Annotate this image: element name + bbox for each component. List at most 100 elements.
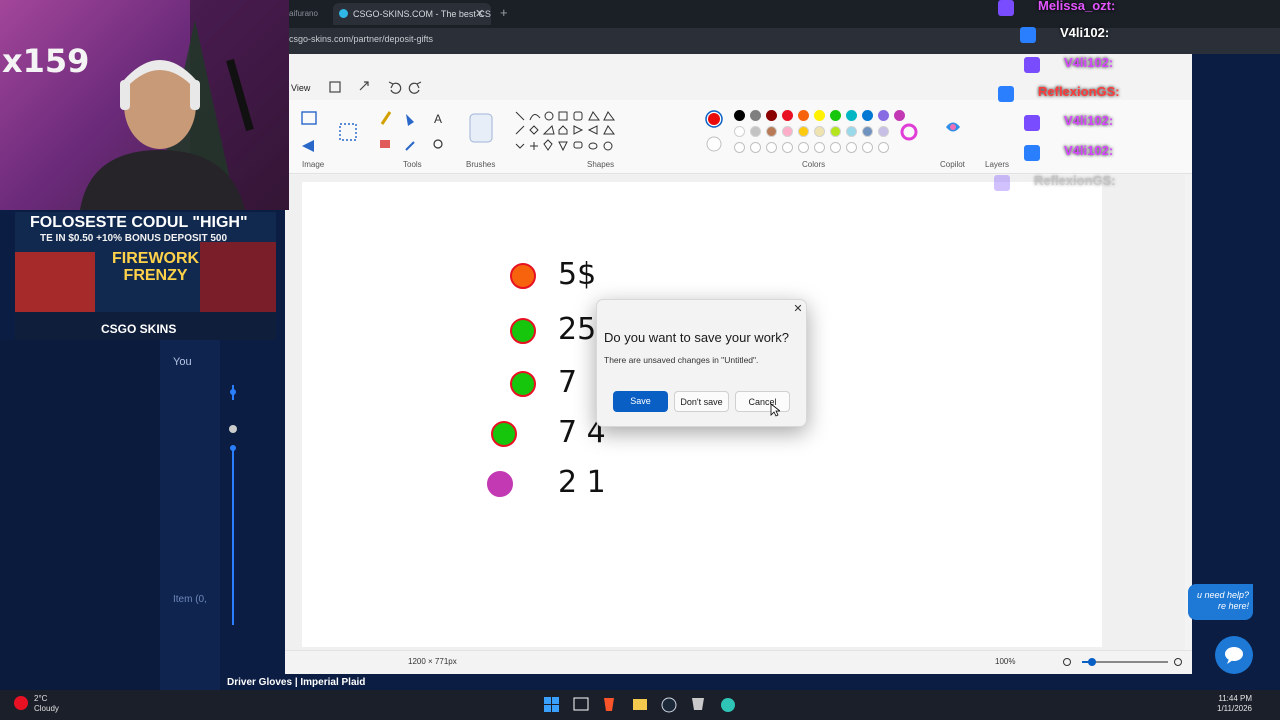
drawn-circle — [510, 318, 536, 344]
menu-view[interactable]: View — [291, 83, 310, 93]
chat-username: ReflexionGS: — [1038, 84, 1120, 99]
drawn-value: 2 1 — [558, 465, 606, 500]
chat-username: V4li102: — [1064, 113, 1114, 128]
tab-previous[interactable]: aifurano — [285, 4, 327, 24]
palette-swatch[interactable] — [862, 126, 873, 137]
palette-swatch[interactable] — [750, 126, 761, 137]
secondary-color-icon — [706, 136, 722, 152]
site-item-label: Item (0, — [173, 594, 207, 605]
palette-empty-slot[interactable] — [830, 142, 841, 153]
tab-close-icon[interactable]: ✕ — [475, 7, 484, 20]
save-icon — [329, 81, 341, 93]
group-tools-label: Tools — [403, 160, 422, 169]
dialog-title: Do you want to save your work? — [604, 330, 789, 345]
palette-empty-slot[interactable] — [878, 142, 889, 153]
start-icon — [544, 697, 559, 712]
quick-actions — [329, 81, 422, 94]
new-tab-icon[interactable]: + — [500, 5, 508, 20]
weather-temperature: 2°C — [34, 694, 48, 703]
drawn-circle — [510, 371, 536, 397]
palette-swatch[interactable] — [830, 110, 841, 121]
palette-swatch[interactable] — [862, 110, 873, 121]
save-button[interactable]: Save — [613, 391, 668, 412]
palette-empty-slot[interactable] — [862, 142, 873, 153]
clock-date[interactable]: 1/11/2026 — [1208, 704, 1252, 713]
ribbon-tools[interactable]: A — [300, 108, 920, 163]
cancel-button[interactable]: Cancel — [735, 391, 790, 412]
group-layers-label: Layers — [985, 160, 1010, 169]
address-text[interactable]: csgo-skins.com/partner/deposit-gifts — [289, 34, 433, 44]
palette-empty-slot[interactable] — [766, 142, 777, 153]
palette-swatch[interactable] — [894, 110, 905, 121]
tab-active[interactable]: CSGO-SKINS.COM - The best CS — [333, 3, 491, 25]
address-bar[interactable] — [285, 28, 1280, 54]
shield-app-icon — [692, 698, 704, 710]
dialog-close-icon[interactable]: ✕ — [791, 302, 805, 316]
group-colors-label: Colors — [802, 160, 826, 169]
palette-swatch[interactable] — [814, 126, 825, 137]
taskbar-apps[interactable] — [542, 695, 742, 715]
clock-time[interactable]: 11:44 PM — [1212, 694, 1252, 703]
promo-event-title: FIREWORK FRENZY — [112, 250, 199, 284]
palette-swatch[interactable] — [878, 110, 889, 121]
chat-help-button[interactable] — [1215, 636, 1253, 674]
chat-badge-icon — [1024, 115, 1040, 131]
tab-active-label: CSGO-SKINS.COM - The best CS — [353, 9, 491, 19]
palette-swatch[interactable] — [734, 110, 745, 121]
zoom-slider[interactable] — [1060, 656, 1185, 668]
palette-swatch[interactable] — [766, 126, 777, 137]
dont-save-button[interactable]: Don't save — [674, 391, 729, 412]
zoom-level[interactable]: 100% — [995, 657, 1015, 666]
undo-icon — [388, 81, 402, 94]
palette-empty-slot[interactable] — [846, 142, 857, 153]
palette-swatch[interactable] — [846, 126, 857, 137]
palette-empty-slot[interactable] — [750, 142, 761, 153]
drawn-value: 7 — [558, 365, 578, 400]
promo-brand: CSGO SKINS — [101, 322, 177, 336]
palette-swatch[interactable] — [734, 126, 745, 137]
stream-counter: x159 — [2, 42, 90, 80]
drawn-value: 25 — [558, 312, 597, 347]
site-you-label: You — [173, 356, 192, 368]
chat-badge-icon — [1024, 145, 1040, 161]
palette-swatch[interactable] — [798, 110, 809, 121]
drawn-value: 5$ — [558, 257, 597, 292]
palette-swatch[interactable] — [830, 126, 841, 137]
palette-swatch[interactable] — [878, 126, 889, 137]
canvas-size: 1200 × 771px — [408, 657, 457, 666]
group-brushes-label: Brushes — [466, 160, 496, 169]
promo-bonus-line: TE IN $0.50 +10% BONUS DEPOSIT 500 — [40, 233, 228, 244]
palette-swatch[interactable] — [782, 110, 793, 121]
task-view-icon — [573, 697, 589, 711]
dialog-message: There are unsaved changes in "Untitled". — [604, 355, 759, 365]
promo-event-line1: FIREWORK — [112, 250, 200, 267]
palette-swatch[interactable] — [814, 110, 825, 121]
fill-icon — [406, 114, 414, 126]
site-slider[interactable] — [226, 380, 240, 630]
palette-swatch[interactable] — [846, 110, 857, 121]
palette-swatch[interactable] — [750, 110, 761, 121]
palette-empty-slot[interactable] — [798, 142, 809, 153]
select-icon — [301, 111, 317, 125]
promo-code-line: FOLOSESTE CODUL "HIGH" — [30, 214, 248, 231]
palette-swatch[interactable] — [782, 126, 793, 137]
copilot-icon[interactable] — [944, 118, 962, 136]
palette-empty-slot[interactable] — [734, 142, 745, 153]
chat-username: ReflexionGS: — [1034, 173, 1116, 188]
streamer-figure — [80, 0, 289, 210]
site-side-panel — [160, 340, 220, 690]
browser-app-icon — [721, 698, 735, 712]
help-bubble[interactable]: u need help? re here! — [1188, 584, 1253, 620]
palette-swatch[interactable] — [798, 126, 809, 137]
share-icon — [359, 81, 369, 91]
eraser-icon — [380, 140, 390, 148]
chat-badge-icon — [994, 175, 1010, 191]
palette-swatch[interactable] — [766, 110, 777, 121]
palette-empty-slot[interactable] — [782, 142, 793, 153]
chat-username: Melissa_ozt: — [1038, 0, 1116, 13]
chat-username: V4li102: — [1064, 55, 1114, 70]
palette-empty-slot[interactable] — [814, 142, 825, 153]
webcam-overlay — [0, 0, 289, 210]
edit-colors-icon — [900, 123, 918, 141]
redo-icon — [408, 81, 422, 94]
